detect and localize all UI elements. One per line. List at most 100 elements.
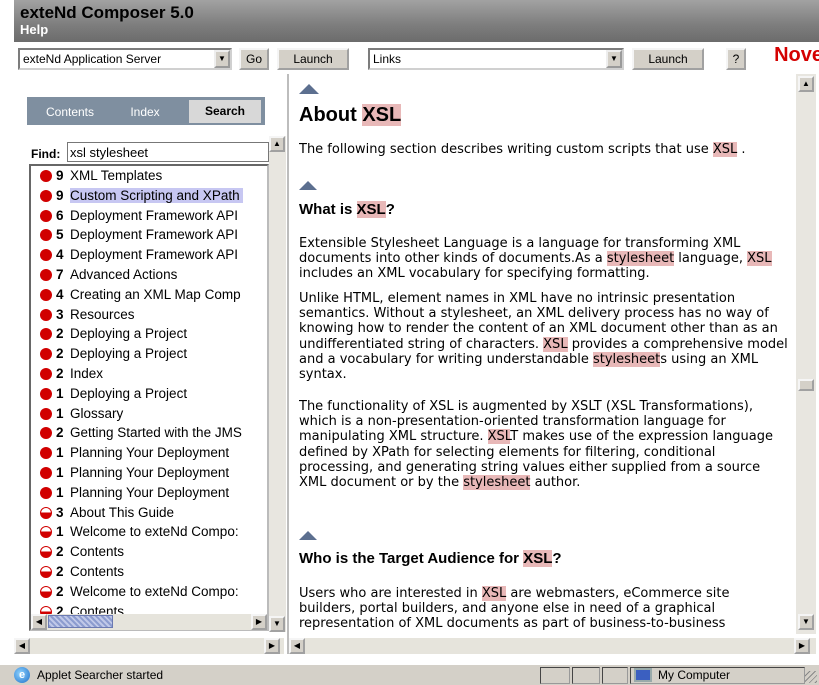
sidebar-vertical-scrollbar[interactable]: ▲ ▼ xyxy=(269,136,286,632)
relevance-dot-icon xyxy=(40,209,52,222)
scroll-thumb[interactable] xyxy=(48,615,113,628)
result-title: Deploying a Project xyxy=(70,326,188,342)
status-text: Applet Searcher started xyxy=(37,668,164,682)
top-link-icon[interactable] xyxy=(299,84,789,94)
relevance-score: 6 xyxy=(56,207,64,223)
scroll-left-icon[interactable]: ◀ xyxy=(289,638,305,654)
search-input[interactable]: xsl stylesheet xyxy=(67,142,269,162)
relevance-score: 4 xyxy=(56,247,64,263)
top-link-icon[interactable] xyxy=(299,531,789,540)
scroll-down-icon[interactable]: ▼ xyxy=(798,614,814,630)
relevance-score: 1 xyxy=(56,464,64,480)
scroll-down-icon[interactable]: ▼ xyxy=(269,616,285,632)
search-result-item[interactable]: 4 Creating an XML Map Comp xyxy=(31,285,267,305)
find-label: Find: xyxy=(31,147,61,161)
tab-search[interactable]: Search xyxy=(189,100,261,123)
search-result-item[interactable]: 4 Deployment Framework API xyxy=(31,245,267,265)
search-result-item[interactable]: 3 Resources xyxy=(31,305,267,325)
relevance-score: 1 xyxy=(56,385,64,401)
tab-index[interactable]: Index xyxy=(117,102,173,122)
result-title: Advanced Actions xyxy=(70,266,178,282)
heading-text: What is xyxy=(299,201,357,218)
search-result-item[interactable]: 2 Deploying a Project xyxy=(31,324,267,344)
page-title: About XSL xyxy=(299,104,789,127)
highlight: XSL xyxy=(543,336,568,352)
search-result-item[interactable]: 2 Deploying a Project xyxy=(31,344,267,364)
help-menu[interactable]: Help xyxy=(20,22,48,37)
relevance-dot-icon xyxy=(40,486,52,499)
resize-grip-icon[interactable] xyxy=(805,671,817,683)
content-horizontal-scrollbar[interactable]: ◀ ▶ xyxy=(289,638,816,654)
relevance-score: 2 xyxy=(56,583,64,599)
links-select[interactable]: Links ▼ xyxy=(368,48,624,70)
sidebar-horizontal-scrollbar[interactable]: ◀ ▶ xyxy=(14,638,284,654)
chevron-down-icon[interactable]: ▼ xyxy=(606,50,622,68)
result-title: Deployment Framework API xyxy=(70,207,239,223)
relevance-score: 4 xyxy=(56,286,64,302)
help-sidebar: Contents Index Search Find: xsl styleshe… xyxy=(14,74,287,654)
top-link-icon[interactable] xyxy=(299,181,789,190)
relevance-dot-icon xyxy=(40,367,52,380)
scroll-left-icon[interactable]: ◀ xyxy=(14,638,30,654)
highlight: XSL xyxy=(523,550,553,567)
relevance-dot-icon xyxy=(40,249,52,262)
result-title: XML Templates xyxy=(70,168,163,183)
search-result-item[interactable]: 1 Planning Your Deployment xyxy=(31,483,267,503)
help-content-pane: About XSL The following section describe… xyxy=(287,74,819,654)
search-result-item[interactable]: 2 Contents xyxy=(31,562,267,582)
relevance-dot-icon xyxy=(40,585,52,598)
section-heading-what-is: What is XSL? xyxy=(299,201,789,218)
links-select-value: Links xyxy=(373,52,402,66)
result-title: Deployment Framework API xyxy=(70,227,239,243)
relevance-score: 1 xyxy=(56,405,64,421)
content-vertical-scrollbar[interactable]: ▲ ▼ xyxy=(796,74,816,634)
toolbar: exteNd Application Server ▼ Go Launch Li… xyxy=(14,42,819,74)
search-result-item[interactable]: 2 Getting Started with the JMS xyxy=(31,423,267,443)
result-title: Welcome to exteNd Compo: xyxy=(70,524,239,540)
go-button[interactable]: Go xyxy=(239,48,269,70)
search-result-item[interactable]: 2 Index xyxy=(31,364,267,384)
result-title: Index xyxy=(70,365,104,381)
result-title: Planning Your Deployment xyxy=(70,464,230,480)
search-result-item[interactable]: 9 Custom Scripting and XPath xyxy=(31,186,267,206)
search-result-item[interactable]: 1 Welcome to exteNd Compo: xyxy=(31,522,267,542)
scroll-up-icon[interactable]: ▲ xyxy=(798,76,814,92)
highlight: XSL xyxy=(356,201,386,218)
intro-paragraph: The following section describes writing … xyxy=(299,142,789,157)
highlight: XSL xyxy=(712,142,738,157)
result-title: Custom Scripting and XPath xyxy=(70,187,243,203)
launch-button[interactable]: Launch xyxy=(277,48,349,70)
result-title: Getting Started with the JMS xyxy=(70,425,242,441)
search-results-list[interactable]: 9 XML Templates 9 Custom Scripting and XPat… xyxy=(29,164,269,631)
search-result-item[interactable]: 6 Deployment Framework API xyxy=(31,206,267,226)
relevance-dot-icon xyxy=(40,328,52,341)
search-result-item[interactable]: 3 About This Guide xyxy=(31,503,267,523)
search-result-item[interactable]: 7 Advanced Actions xyxy=(31,265,267,285)
zone-label: My Computer xyxy=(658,668,731,682)
search-result-item[interactable]: 1 Planning Your Deployment xyxy=(31,463,267,483)
results-horizontal-scrollbar[interactable]: ◀ ▶ xyxy=(31,614,267,630)
tab-contents[interactable]: Contents xyxy=(31,102,109,122)
scroll-right-icon[interactable]: ▶ xyxy=(251,614,267,630)
search-result-item[interactable]: 1 Planning Your Deployment xyxy=(31,443,267,463)
help-button[interactable]: ? xyxy=(726,48,746,70)
server-select[interactable]: exteNd Application Server ▼ xyxy=(18,48,232,70)
launch-links-button[interactable]: Launch xyxy=(632,48,704,70)
search-result-item[interactable]: 5 Deployment Framework API xyxy=(31,225,267,245)
scroll-up-icon[interactable]: ▲ xyxy=(269,136,285,152)
status-panel xyxy=(572,667,600,684)
highlight: XSL xyxy=(362,104,402,126)
search-result-item[interactable]: 9 XML Templates xyxy=(31,166,267,186)
scroll-thumb[interactable] xyxy=(798,379,814,391)
search-result-item[interactable]: 1 Glossary xyxy=(31,404,267,424)
scroll-right-icon[interactable]: ▶ xyxy=(264,638,280,654)
scroll-right-icon[interactable]: ▶ xyxy=(794,638,810,654)
search-result-item[interactable]: 2 Welcome to exteNd Compo: xyxy=(31,582,267,602)
scroll-left-icon[interactable]: ◀ xyxy=(31,614,47,630)
my-computer-icon xyxy=(634,668,652,682)
relevance-dot-icon xyxy=(40,407,52,420)
chevron-down-icon[interactable]: ▼ xyxy=(214,50,230,68)
search-result-item[interactable]: 1 Deploying a Project xyxy=(31,384,267,404)
search-result-item[interactable]: 2 Contents xyxy=(31,542,267,562)
relevance-dot-icon xyxy=(40,189,52,202)
